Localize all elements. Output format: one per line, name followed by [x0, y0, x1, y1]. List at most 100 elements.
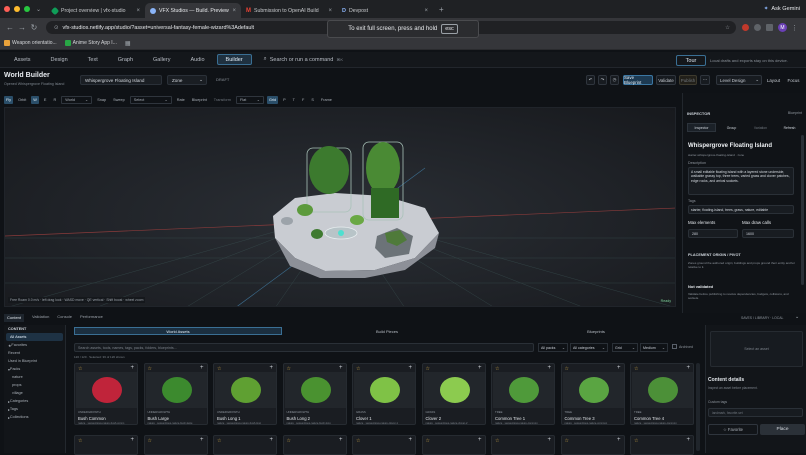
max-draw-calls-input[interactable]: 1600: [742, 229, 794, 238]
perspective-view-button[interactable]: P: [281, 96, 288, 104]
tab-console[interactable]: Console: [57, 314, 72, 322]
add-asset-icon[interactable]: +: [547, 365, 551, 371]
side-view-button[interactable]: S: [309, 96, 316, 104]
asset-card[interactable]: ☆ + UNDERGROWTH Bush Long 2 nature · sequent…: [282, 363, 347, 425]
asset-card[interactable]: ☆ +: [421, 435, 486, 455]
scene-viewport[interactable]: Free Roam 0.0 m/s · left drag look · WAS…: [4, 107, 676, 307]
close-tab-icon[interactable]: ×: [425, 8, 429, 14]
sidebar-item-props[interactable]: props: [4, 381, 65, 389]
orbit-mode-button[interactable]: Orbit: [16, 96, 28, 104]
add-asset-icon[interactable]: +: [269, 437, 273, 443]
asset-card[interactable]: ☆ +: [74, 435, 138, 455]
translate-tool-button[interactable]: W: [31, 95, 39, 104]
add-asset-icon[interactable]: +: [130, 437, 134, 443]
rate-toggle[interactable]: Rate: [175, 96, 187, 104]
save-blueprint-button[interactable]: Save Blueprint: [623, 75, 653, 85]
blueprint-toggle[interactable]: Blueprint: [190, 96, 209, 104]
tab-world-assets[interactable]: World Assets: [74, 327, 282, 335]
close-window-button[interactable]: [4, 6, 10, 12]
asset-card[interactable]: ☆ + TREE Common Tree 3 nature · sequentious-…: [560, 363, 625, 425]
tab-blueprints[interactable]: Blueprints: [492, 327, 700, 335]
history-button[interactable]: ◷: [610, 75, 619, 85]
more-options-button[interactable]: ⋯: [700, 75, 710, 85]
menu-kebab-icon[interactable]: ⋮: [791, 24, 798, 32]
tour-button[interactable]: Tour: [676, 55, 706, 66]
categories-filter-select[interactable]: All categories ⌄: [570, 343, 608, 352]
sidebar-item-village[interactable]: village: [4, 389, 65, 397]
sidebar-item-nature[interactable]: nature: [4, 373, 65, 381]
shading-select[interactable]: Flat ⌄: [235, 95, 264, 104]
place-button[interactable]: Place: [760, 424, 805, 435]
minimize-window-button[interactable]: [14, 6, 20, 12]
tab-performance[interactable]: Performance: [80, 314, 103, 322]
favorite-star-icon[interactable]: ☆: [217, 438, 221, 444]
nav-gallery[interactable]: Gallery: [145, 54, 178, 65]
add-asset-icon[interactable]: +: [686, 437, 690, 443]
new-tab-icon[interactable]: +: [439, 5, 444, 14]
layout-button[interactable]: Layout: [765, 75, 782, 85]
description-textarea[interactable]: A small editable floating island with a …: [688, 167, 794, 195]
add-asset-icon[interactable]: +: [339, 365, 343, 371]
scale-tool-button[interactable]: R: [51, 96, 58, 104]
archived-toggle[interactable]: Archived: [672, 344, 693, 349]
publish-button[interactable]: Publish: [679, 75, 697, 85]
undo-button[interactable]: ↶: [586, 75, 595, 85]
scene-name-input[interactable]: Whispergrove Floating Island: [80, 75, 162, 85]
focus-button[interactable]: Focus: [785, 75, 802, 85]
bookmark-star-icon[interactable]: ☆: [725, 25, 730, 31]
reload-icon[interactable]: ↻: [28, 23, 40, 32]
site-info-icon[interactable]: ⊙: [54, 25, 59, 31]
sidebar-item-all-assets[interactable]: All Assets: [6, 333, 63, 341]
transform-toggle[interactable]: Transform: [212, 96, 233, 104]
grid-toggle[interactable]: Grid: [266, 95, 279, 104]
validate-button[interactable]: Validate: [656, 75, 676, 85]
extension-icon[interactable]: [754, 24, 761, 31]
nav-assets[interactable]: Assets: [6, 54, 39, 65]
add-asset-icon[interactable]: +: [547, 437, 551, 443]
close-tab-icon[interactable]: ×: [233, 8, 237, 14]
asset-card[interactable]: ☆ + GRASS Clover 1 nature · sequentious-natu…: [352, 363, 416, 425]
tab-variation[interactable]: Variation: [747, 123, 774, 132]
nav-text[interactable]: Text: [80, 54, 106, 65]
tab-build-pieces[interactable]: Build Pieces: [284, 327, 490, 335]
inspector-scrollbar[interactable]: [801, 135, 804, 285]
asset-card[interactable]: ☆ +: [560, 435, 625, 455]
asset-card[interactable]: ☆ + TREE Common Tree 1 nature · sequentious-…: [491, 363, 555, 425]
sidebar-item-favorites[interactable]: ★ Favorites: [4, 341, 65, 349]
favorite-star-icon[interactable]: ☆: [356, 438, 360, 444]
max-elements-input[interactable]: 280: [688, 229, 738, 238]
ask-gemini-button[interactable]: ✦ Ask Gemini: [764, 6, 800, 12]
add-asset-icon[interactable]: +: [130, 365, 134, 371]
add-asset-icon[interactable]: +: [408, 365, 412, 371]
browser-tab-project-overview[interactable]: Project overview | vfx-studio ×: [47, 3, 145, 18]
close-tab-icon[interactable]: ×: [137, 8, 141, 14]
asset-search-input[interactable]: Search assets, tools, names, tags, packs…: [74, 343, 534, 352]
favorite-button[interactable]: ☆ Favorite: [708, 424, 758, 435]
add-asset-icon[interactable]: +: [339, 437, 343, 443]
nav-audio[interactable]: Audio: [182, 54, 212, 65]
asset-card[interactable]: ☆ + UNDERGROWTH Bush Large nature · sequenti…: [143, 363, 208, 425]
favorite-star-icon[interactable]: ☆: [634, 438, 638, 444]
add-asset-icon[interactable]: +: [269, 365, 273, 371]
command-search[interactable]: ⌕ Search or run a command ⌘K: [264, 54, 362, 65]
tab-validation[interactable]: Validation: [32, 314, 49, 322]
custom-tags-input[interactable]: landmark, favorite-set: [708, 408, 803, 417]
add-asset-icon[interactable]: +: [408, 437, 412, 443]
close-tab-icon[interactable]: ×: [329, 8, 333, 14]
favorite-star-icon[interactable]: ☆: [495, 438, 499, 444]
favorite-star-icon[interactable]: ☆: [565, 438, 569, 444]
sidebar-item-tags[interactable]: ▸ Tags: [4, 405, 65, 413]
nav-design[interactable]: Design: [43, 54, 76, 65]
tab-content[interactable]: Content: [4, 314, 25, 322]
checkbox[interactable]: [672, 344, 677, 349]
level-design-select[interactable]: Level Design ⌄: [716, 75, 762, 85]
sidebar-item-recent[interactable]: Recent: [4, 349, 65, 357]
tab-list-icon[interactable]: ⌄: [36, 6, 41, 13]
extension-icon[interactable]: [742, 24, 749, 31]
tab-group[interactable]: Group: [718, 123, 745, 132]
add-asset-icon[interactable]: +: [617, 365, 621, 371]
favorite-star-icon[interactable]: ☆: [287, 438, 291, 444]
favorite-star-icon[interactable]: ☆: [148, 438, 152, 444]
add-asset-icon[interactable]: +: [478, 365, 482, 371]
nav-graph[interactable]: Graph: [110, 54, 141, 65]
